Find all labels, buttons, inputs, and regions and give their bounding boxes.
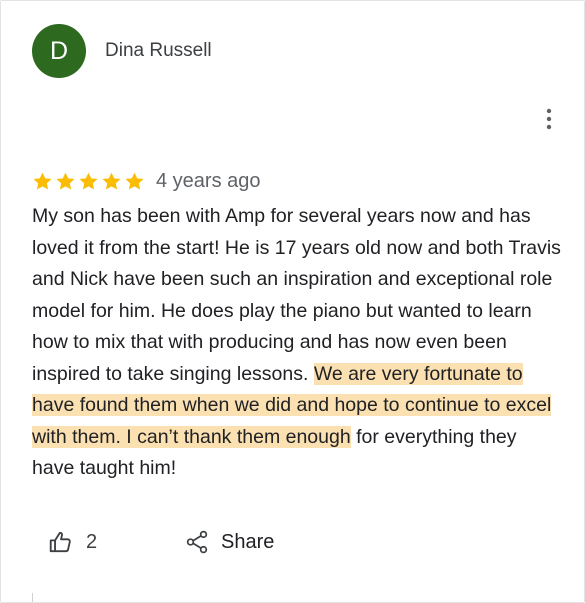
- star-icon: [79, 172, 98, 190]
- review-text-plain: My son has been with Amp for several yea…: [32, 205, 561, 385]
- star-icon: [56, 172, 75, 190]
- reviewer-name[interactable]: Dina Russell: [105, 40, 212, 62]
- review-card: D Dina Russell 4 years ago My son has be…: [0, 0, 585, 603]
- more-options-button[interactable]: [540, 107, 558, 131]
- share-label: Share: [221, 530, 275, 553]
- like-button[interactable]: 2: [48, 525, 97, 559]
- review-time: 4 years ago: [156, 169, 261, 192]
- share-icon: [186, 530, 208, 554]
- divider: [32, 593, 33, 602]
- thumb-up-icon: [49, 531, 71, 553]
- review-text: My son has been with Amp for several yea…: [32, 201, 564, 485]
- more-vert-icon: [546, 108, 552, 130]
- star-rating: [32, 171, 145, 192]
- star-icon: [33, 172, 52, 190]
- star-icon: [125, 172, 144, 190]
- avatar-initial: D: [49, 36, 69, 65]
- star-icon: [102, 172, 121, 190]
- rating-row: 4 years ago: [32, 167, 261, 195]
- share-button[interactable]: Share: [184, 525, 274, 559]
- avatar[interactable]: D: [32, 24, 86, 78]
- like-count: 2: [86, 530, 98, 553]
